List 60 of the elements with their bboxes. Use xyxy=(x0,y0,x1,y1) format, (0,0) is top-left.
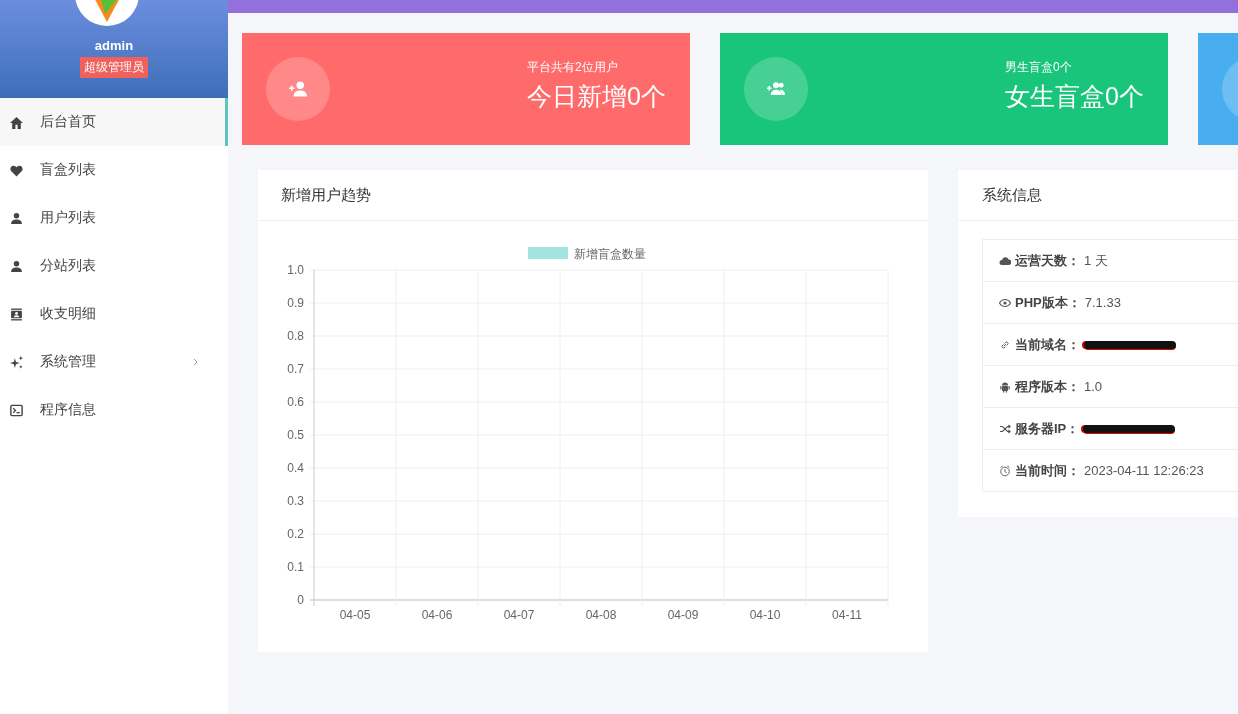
sidebar-item[interactable]: 系统管理 xyxy=(0,338,228,386)
stat-value: 今日新增0个 xyxy=(527,81,666,112)
eye-icon xyxy=(999,296,1011,309)
info-label: 程序版本： xyxy=(1015,377,1080,396)
sidebar-item[interactable]: 程序信息 xyxy=(0,386,228,434)
x-tick-label: 04-06 xyxy=(421,608,453,622)
sidebar-item[interactable]: 用户列表 xyxy=(0,194,228,242)
terminal-icon xyxy=(10,403,23,417)
y-tick-label: 0 xyxy=(297,593,304,607)
sparkle-icon xyxy=(10,355,23,369)
android-icon xyxy=(999,380,1011,393)
heart-icon xyxy=(10,163,23,177)
legend-label: 新增盲盒数量 xyxy=(574,247,646,261)
x-tick-label: 04-07 xyxy=(503,608,535,622)
y-tick-label: 1.0 xyxy=(287,263,304,277)
user-name: admin xyxy=(94,38,134,53)
y-tick-label: 0.7 xyxy=(287,362,304,376)
role-badge: 超级管理员 xyxy=(80,57,148,78)
info-label: PHP版本： xyxy=(1015,293,1081,312)
sidebar-item[interactable]: 收支明细 xyxy=(0,290,228,338)
sidebar-item[interactable]: 分站列表 xyxy=(0,242,228,290)
y-tick-label: 0.8 xyxy=(287,329,304,343)
x-tick-label: 04-08 xyxy=(585,608,617,622)
y-tick-label: 0.2 xyxy=(287,527,304,541)
add-group-icon xyxy=(767,80,785,98)
panel-title: 新增用户趋势 xyxy=(281,185,371,205)
alarm-clock-icon xyxy=(999,464,1011,477)
x-tick-label: 04-10 xyxy=(749,608,781,622)
sidebar-item[interactable]: 盲盒列表 xyxy=(0,146,228,194)
link-icon xyxy=(999,338,1011,351)
y-tick-label: 0.6 xyxy=(287,395,304,409)
info-value: 1.0 xyxy=(1084,379,1103,394)
sidebar-item[interactable]: 后台首页 xyxy=(0,98,228,146)
panel-title: 系统信息 xyxy=(982,185,1042,205)
y-tick-label: 0.5 xyxy=(287,428,304,442)
x-tick-label: 04-09 xyxy=(667,608,699,622)
y-tick-label: 0.3 xyxy=(287,494,304,508)
person-icon xyxy=(10,211,23,225)
info-label: 当前时间： xyxy=(1015,461,1080,480)
info-value: 1 天 xyxy=(1084,251,1108,270)
info-value: 2023-04-11 12:26:23 xyxy=(1084,463,1204,478)
contact-card-icon xyxy=(10,307,23,321)
shuffle-icon xyxy=(999,422,1011,435)
info-label: 运营天数： xyxy=(1015,251,1080,270)
person-icon xyxy=(10,259,23,273)
y-tick-label: 0.1 xyxy=(287,560,304,574)
x-tick-label: 04-11 xyxy=(832,608,862,622)
stat-caption: 平台共有2位用户 xyxy=(527,59,619,76)
stat-value: 女生盲盒0个 xyxy=(1005,81,1144,112)
info-label: 服务器IP： xyxy=(1015,419,1080,438)
info-label: 当前域名： xyxy=(1015,335,1080,354)
add-user-icon xyxy=(289,80,307,98)
y-tick-label: 0.9 xyxy=(287,296,304,310)
house-icon xyxy=(10,115,23,129)
info-value: 7.1.33 xyxy=(1084,295,1121,310)
chevron-right-icon xyxy=(193,358,198,366)
y-tick-label: 0.4 xyxy=(287,461,304,475)
cloud-icon xyxy=(999,254,1011,267)
stat-caption: 男生盲盒0个 xyxy=(1005,59,1073,76)
x-tick-label: 04-05 xyxy=(339,608,371,622)
